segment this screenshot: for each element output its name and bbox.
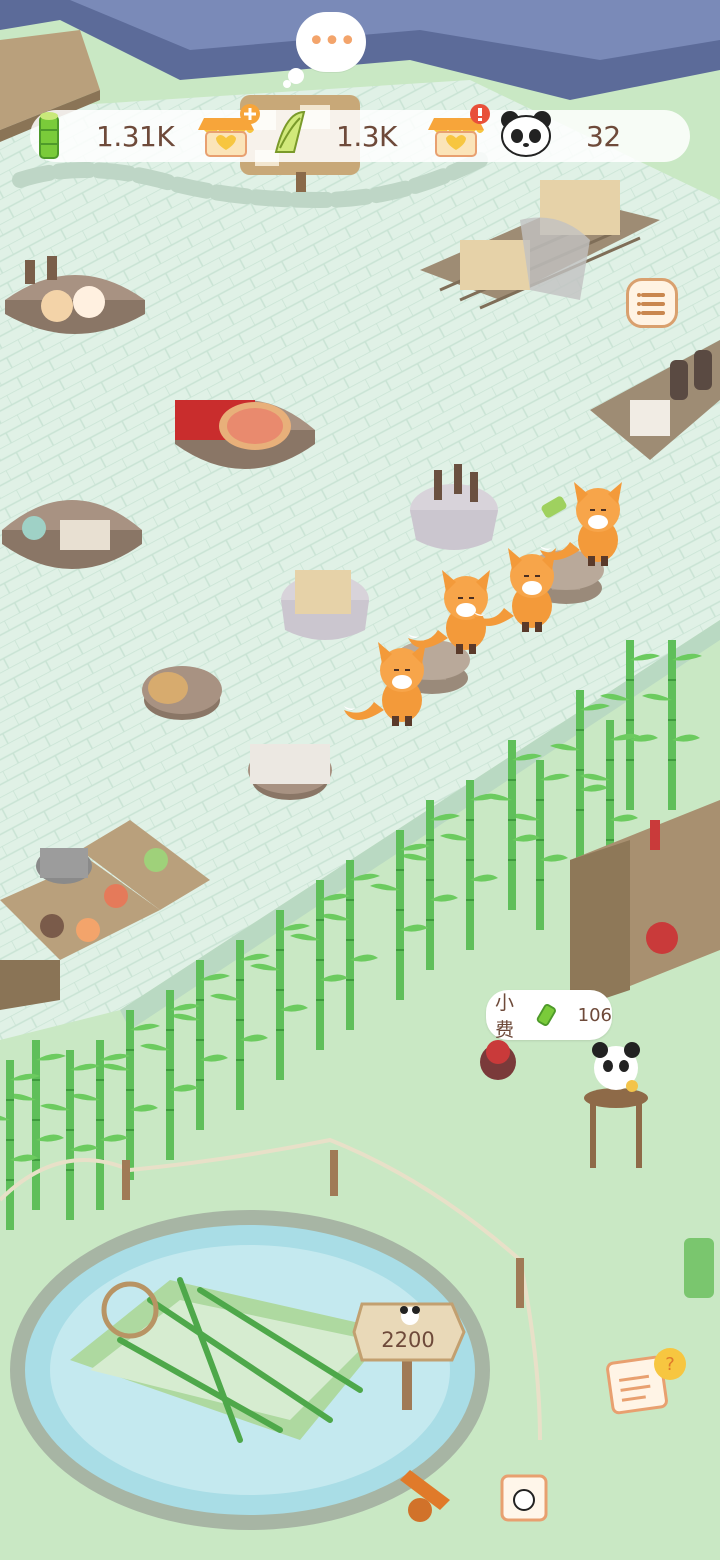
speech-bubble[interactable]: •••: [296, 12, 366, 72]
signpost-value[interactable]: 2200: [368, 1328, 448, 1352]
bamboo-count: 1.31K: [96, 119, 175, 153]
shop-alert-icon[interactable]: [428, 104, 490, 162]
resource-bar: 1.31K 1.3K 32: [30, 104, 690, 162]
svg-text:?: ?: [665, 1354, 675, 1375]
coin-count: 1.3K: [336, 119, 397, 153]
bamboo-shoot-icon: [274, 110, 306, 153]
list-menu-icon[interactable]: [626, 278, 678, 328]
panda-icon: [501, 111, 551, 157]
panda-card-icon: [500, 1474, 548, 1522]
tip-value: 106: [577, 1004, 612, 1026]
bamboo-icon: [39, 112, 59, 159]
game-scene: ?: [0, 0, 720, 1560]
tip-label: 小费: [495, 992, 515, 1041]
panda-count: 32: [586, 119, 621, 153]
speech-bubble-text: •••: [307, 24, 356, 59]
bamboo-icon: [536, 1004, 556, 1026]
speech-bubble-tail-small: [283, 80, 291, 88]
shop-add-icon[interactable]: [198, 104, 260, 162]
tip-bubble[interactable]: 小费 106: [486, 990, 612, 1041]
